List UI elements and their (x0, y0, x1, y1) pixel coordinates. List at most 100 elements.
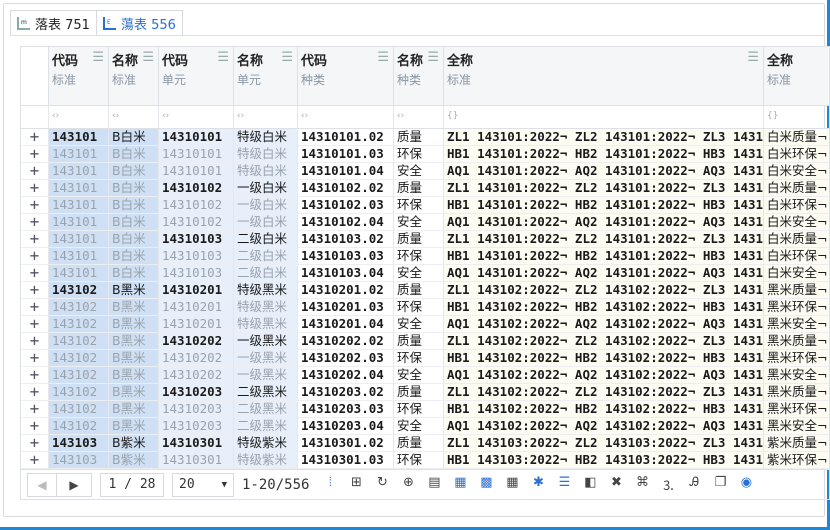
table-cell[interactable]: 环保 (394, 452, 444, 469)
table-cell[interactable]: 质量 (394, 435, 444, 452)
table-cell[interactable]: 特级黑米 (234, 299, 298, 316)
add-row-icon[interactable]: + (21, 129, 49, 146)
column-menu-icon[interactable]: ☰ (217, 50, 229, 65)
columns-icon[interactable]: ⦙ (319, 475, 341, 494)
add-row-icon[interactable]: + (21, 350, 49, 367)
table-cell[interactable]: B黑米 (109, 316, 159, 333)
expand-icon[interactable]: ⌘ (631, 475, 653, 494)
add-row-icon[interactable]: + (21, 282, 49, 299)
table-cell[interactable]: 黑米安全¬ (764, 418, 829, 435)
table-cell[interactable]: 14310103.02 (298, 231, 394, 248)
table-cell[interactable]: 14310103.04 (298, 265, 394, 282)
table-cell[interactable]: 二级黑米 (234, 418, 298, 435)
table-cell[interactable]: 特级黑米 (234, 282, 298, 299)
table-cell[interactable]: 安全 (394, 163, 444, 180)
column-filter[interactable]: {} (444, 106, 764, 128)
table-cell[interactable]: ZL1 143103:2022¬ ZL2 143103:2022¬ ZL3 14… (444, 435, 764, 452)
column-header[interactable]: 代码 种类 ☰ (298, 47, 394, 105)
column-menu-icon[interactable]: ☰ (281, 50, 293, 65)
add-row-icon[interactable]: + (21, 265, 49, 282)
table-cell[interactable]: 14310202 (159, 367, 234, 384)
table-cell[interactable]: 黑米环保¬ (764, 401, 829, 418)
table-cell[interactable]: 质量 (394, 282, 444, 299)
table-cell[interactable]: 特级白米 (234, 146, 298, 163)
table-row[interactable]: +143102 B黑米 14310203 二级黑米 14310203.03 环保 HB1 1… (21, 401, 829, 418)
page-size-select[interactable]: 20 ▼ (172, 472, 234, 497)
list-icon[interactable]: ☰ (553, 475, 575, 494)
table-cell[interactable]: B白米 (109, 129, 159, 146)
table-cell[interactable]: 环保 (394, 146, 444, 163)
table-cell[interactable]: 143102 (49, 418, 109, 435)
table-cell[interactable]: ZL1 143102:2022¬ ZL2 143102:2022¬ ZL3 14… (444, 282, 764, 299)
table-cell[interactable]: 白米环保¬ (764, 248, 829, 265)
add-row-icon[interactable]: + (21, 435, 49, 452)
layout-icon[interactable]: ▤ (423, 475, 445, 494)
table-cell[interactable]: B白米 (109, 146, 159, 163)
table-cell[interactable]: HB1 143101:2022¬ HB2 143101:2022¬ HB3 14… (444, 248, 764, 265)
table-cell[interactable]: 白米安全¬ (764, 163, 829, 180)
table-cell[interactable]: 143101 (49, 197, 109, 214)
table-cell[interactable]: 黑米环保¬ (764, 299, 829, 316)
table-cell[interactable]: 一级白米 (234, 214, 298, 231)
next-page-button[interactable]: ▶ (56, 472, 92, 497)
table-cell[interactable]: B黑米 (109, 367, 159, 384)
table-cell[interactable]: 14310101.02 (298, 129, 394, 146)
sync-icon[interactable]: ⊕ (397, 475, 419, 494)
table-cell[interactable]: 黑米质量¬ (764, 333, 829, 350)
table-cell[interactable]: AQ1 143102:2022¬ AQ2 143102:2022¬ AQ3 14… (444, 418, 764, 435)
table-cell[interactable]: 143102 (49, 282, 109, 299)
table-cell[interactable]: 14310102 (159, 180, 234, 197)
table-cell[interactable]: 14310102 (159, 197, 234, 214)
table-cell[interactable]: 质量 (394, 333, 444, 350)
table-cell[interactable]: B黑米 (109, 282, 159, 299)
table-row[interactable]: +143101 B白米 14310103 二级白米 14310103.03 环保 HB1 1… (21, 248, 829, 265)
table-cell[interactable]: AQ1 143102:2022¬ AQ2 143102:2022¬ AQ3 14… (444, 367, 764, 384)
table-cell[interactable]: 14310101 (159, 146, 234, 163)
table-cell[interactable]: 14310101.03 (298, 146, 394, 163)
table-cell[interactable]: 14310102 (159, 214, 234, 231)
table-cell[interactable]: 白米环保¬ (764, 146, 829, 163)
table-row[interactable]: +143101 B白米 14310101 特级白米 14310101.02 质量 ZL1 1… (21, 129, 829, 146)
table-cell[interactable]: 14310102.04 (298, 214, 394, 231)
table-cell[interactable]: B黑米 (109, 418, 159, 435)
table-cell[interactable]: 14310202 (159, 350, 234, 367)
add-row-icon[interactable]: + (21, 401, 49, 418)
table-cell[interactable]: 14310203.03 (298, 401, 394, 418)
table-cell[interactable]: 14310203 (159, 384, 234, 401)
table-cell[interactable]: 14310301 (159, 452, 234, 469)
table-cell[interactable]: 特级紫米 (234, 435, 298, 452)
table-row[interactable]: +143101 B白米 14310102 一级白米 14310102.04 安全 AQ1 1… (21, 214, 829, 231)
table-cell[interactable]: B黑米 (109, 350, 159, 367)
add-row-icon[interactable]: + (21, 367, 49, 384)
table-cell[interactable]: 安全 (394, 367, 444, 384)
table-cell[interactable]: 14310103 (159, 265, 234, 282)
table-cell[interactable]: AQ1 143101:2022¬ AQ2 143101:2022¬ AQ3 14… (444, 163, 764, 180)
table-cell[interactable]: 质量 (394, 129, 444, 146)
table-cell[interactable]: ZL1 143102:2022¬ ZL2 143102:2022¬ ZL3 14… (444, 333, 764, 350)
table-cell[interactable]: B黑米 (109, 401, 159, 418)
table-cell[interactable]: 14310201 (159, 299, 234, 316)
table-cell[interactable]: 黑米质量¬ (764, 384, 829, 401)
table-cell[interactable]: 14310202.04 (298, 367, 394, 384)
table-cell[interactable]: B白米 (109, 248, 159, 265)
table-cell[interactable]: 二级白米 (234, 248, 298, 265)
table-row[interactable]: +143102 B黑米 14310201 特级黑米 14310201.02 质量 ZL1 1… (21, 282, 829, 299)
table-cell[interactable]: 14310203.04 (298, 418, 394, 435)
table-cell[interactable]: 14310201 (159, 316, 234, 333)
table-cell[interactable]: 一级白米 (234, 180, 298, 197)
table-cell[interactable]: 143101 (49, 265, 109, 282)
table-cell[interactable]: 安全 (394, 418, 444, 435)
table-cell[interactable]: 14310201.03 (298, 299, 394, 316)
table-row[interactable]: +143103 B紫米 14310301 特级紫米 14310301.03 环保 HB1 1… (21, 452, 829, 469)
table-cell[interactable]: 二级白米 (234, 231, 298, 248)
table-cell[interactable]: 质量 (394, 384, 444, 401)
table-cell[interactable]: ZL1 143101:2022¬ ZL2 143101:2022¬ ZL3 14… (444, 231, 764, 248)
table-cell[interactable]: B黑米 (109, 333, 159, 350)
table-cell[interactable]: B紫米 (109, 452, 159, 469)
excel-icon[interactable]: ◧ (579, 475, 601, 494)
table-row[interactable]: +143102 B黑米 14310202 一级黑米 14310202.02 质量 ZL1 1… (21, 333, 829, 350)
prev-page-button[interactable]: ◀ (27, 472, 57, 497)
table-cell[interactable]: B白米 (109, 265, 159, 282)
column-header[interactable]: 名称 标准 ☰ (109, 47, 159, 105)
table-cell[interactable]: 二级黑米 (234, 401, 298, 418)
